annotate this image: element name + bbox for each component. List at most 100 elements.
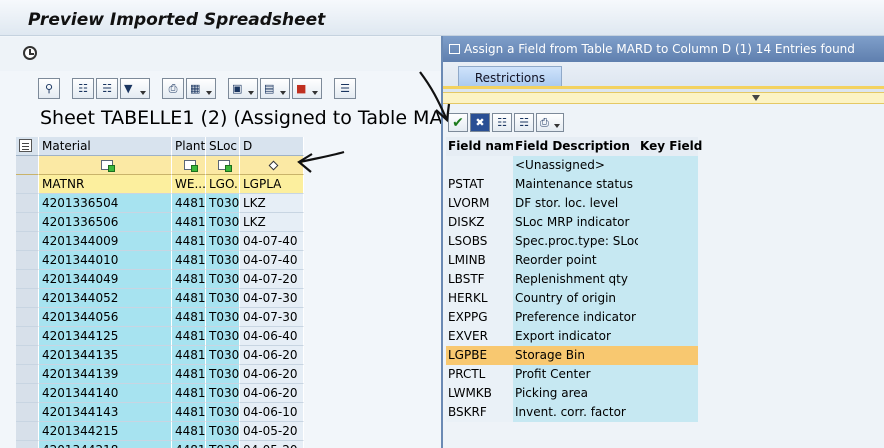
table-cell[interactable]: T030: [206, 213, 240, 232]
table-cell[interactable]: T030: [206, 441, 240, 448]
sheet-icon[interactable]: [19, 139, 32, 152]
column-assign-cell[interactable]: [172, 156, 206, 175]
table-cell[interactable]: 4201336506: [39, 213, 172, 232]
table-cell[interactable]: 4481: [172, 365, 206, 384]
table-cell[interactable]: 4481: [172, 213, 206, 232]
row-selector[interactable]: [16, 232, 39, 251]
find-next-icon[interactable]: ☵: [96, 78, 118, 99]
table-cell[interactable]: T030: [206, 384, 240, 403]
column-assign-cell[interactable]: [206, 156, 240, 175]
table-cell[interactable]: 4201344125: [39, 327, 172, 346]
layout-icon[interactable]: ▣: [228, 78, 258, 99]
column-header[interactable]: Plant: [172, 137, 206, 156]
column-assign-cell[interactable]: [39, 156, 172, 175]
find-next-icon[interactable]: ☵: [514, 113, 534, 132]
table-cell[interactable]: 04-07-30: [240, 289, 304, 308]
table-cell[interactable]: 4481: [172, 308, 206, 327]
row-selector[interactable]: [16, 441, 39, 448]
row-selector[interactable]: [16, 175, 39, 194]
table-cell[interactable]: T030: [206, 251, 240, 270]
row-selector[interactable]: [16, 194, 39, 213]
select-layout-icon[interactable]: ▤: [260, 78, 290, 99]
table-cell[interactable]: 4481: [172, 422, 206, 441]
field-list-item[interactable]: EXVER Export indicator: [446, 327, 884, 346]
table-cell[interactable]: T030: [206, 194, 240, 213]
table-cell[interactable]: T030: [206, 270, 240, 289]
field-list-column-header[interactable]: Field name: [446, 137, 523, 156]
row-selector[interactable]: [16, 270, 39, 289]
table-cell[interactable]: 4481: [172, 346, 206, 365]
restrictions-expander[interactable]: [443, 92, 884, 104]
find-icon[interactable]: ☷: [492, 113, 512, 132]
table-cell[interactable]: 4201336504: [39, 194, 172, 213]
table-cell[interactable]: 4201344010: [39, 251, 172, 270]
field-list-item[interactable]: PSTAT Maintenance status: [446, 175, 884, 194]
field-list-item[interactable]: HERKL Country of origin: [446, 289, 884, 308]
export-icon[interactable]: ▦: [186, 78, 216, 99]
field-list-item-selected[interactable]: LGPBE Storage Bin: [446, 346, 884, 365]
table-cell[interactable]: 4481: [172, 289, 206, 308]
table-cell[interactable]: 4481: [172, 384, 206, 403]
table-cell[interactable]: LKZ: [240, 213, 304, 232]
table-cell[interactable]: 04-07-40: [240, 251, 304, 270]
table-cell[interactable]: 4201344049: [39, 270, 172, 289]
table-cell[interactable]: 4481: [172, 270, 206, 289]
table-cell[interactable]: 4481: [172, 251, 206, 270]
unassigned-diamond-icon[interactable]: [268, 160, 278, 171]
field-list-item[interactable]: LWMKB Picking area: [446, 384, 884, 403]
table-cell[interactable]: 04-06-20: [240, 346, 304, 365]
table-cell[interactable]: 4481: [172, 403, 206, 422]
find-icon[interactable]: ⚲: [38, 78, 60, 99]
table-cell[interactable]: 04-06-20: [240, 384, 304, 403]
table-cell[interactable]: T030: [206, 308, 240, 327]
grid-select-all[interactable]: [16, 137, 39, 156]
field-list-item[interactable]: BSKRF Invent. corr. factor: [446, 403, 884, 422]
table-cell[interactable]: 4201344139: [39, 365, 172, 384]
tab-restrictions[interactable]: Restrictions: [458, 66, 562, 88]
row-selector[interactable]: [16, 403, 39, 422]
table-cell[interactable]: 4201344140: [39, 384, 172, 403]
table-cell[interactable]: T030: [206, 327, 240, 346]
row-selector[interactable]: [16, 422, 39, 441]
table-cell[interactable]: T030: [206, 422, 240, 441]
row-selector[interactable]: [16, 308, 39, 327]
column-assigned-icon[interactable]: [100, 160, 115, 172]
table-cell[interactable]: 04-07-40: [240, 232, 304, 251]
row-selector[interactable]: [16, 327, 39, 346]
field-list-item[interactable]: LSOBS Spec.proc.type: SLoc: [446, 232, 884, 251]
table-cell[interactable]: 4201344143: [39, 403, 172, 422]
table-cell[interactable]: T030: [206, 289, 240, 308]
field-list-item[interactable]: DISKZ SLoc MRP indicator: [446, 213, 884, 232]
row-selector[interactable]: [16, 346, 39, 365]
field-list-item[interactable]: <Unassigned>: [446, 156, 884, 175]
field-list-column-header[interactable]: Key Field: [638, 137, 702, 156]
table-cell[interactable]: 4481: [172, 194, 206, 213]
cancel-icon[interactable]: ✖: [470, 113, 490, 132]
field-list-item[interactable]: LBSTF Replenishment qty: [446, 270, 884, 289]
print-icon[interactable]: ⎙: [536, 113, 564, 132]
field-list-column-header[interactable]: Field Description: [513, 137, 638, 156]
row-selector[interactable]: [16, 384, 39, 403]
find-icon[interactable]: ☷: [72, 78, 94, 99]
table-cell[interactable]: T030: [206, 346, 240, 365]
table-cell[interactable]: T030: [206, 232, 240, 251]
table-cell[interactable]: 4201344215: [39, 422, 172, 441]
table-cell[interactable]: 04-05-20: [240, 422, 304, 441]
column-assign-cell[interactable]: [240, 156, 304, 175]
table-cell[interactable]: 4481: [172, 441, 206, 448]
table-cell[interactable]: 04-05-20: [240, 441, 304, 448]
row-selector[interactable]: [16, 289, 39, 308]
row-selector[interactable]: [16, 365, 39, 384]
table-cell[interactable]: T030: [206, 403, 240, 422]
field-list-item[interactable]: PRCTL Profit Center: [446, 365, 884, 384]
continue-check-icon[interactable]: ✔: [448, 113, 468, 132]
field-list-item[interactable]: LVORM DF stor. loc. level: [446, 194, 884, 213]
row-selector[interactable]: [16, 213, 39, 232]
filter-icon[interactable]: ▼: [120, 78, 150, 99]
column-header[interactable]: D: [240, 137, 304, 156]
column-assigned-icon[interactable]: [218, 160, 232, 172]
save-layout-icon[interactable]: ■: [292, 78, 322, 99]
field-list-item[interactable]: LMINB Reorder point: [446, 251, 884, 270]
table-cell[interactable]: 04-06-10: [240, 403, 304, 422]
table-cell[interactable]: 4201344009: [39, 232, 172, 251]
